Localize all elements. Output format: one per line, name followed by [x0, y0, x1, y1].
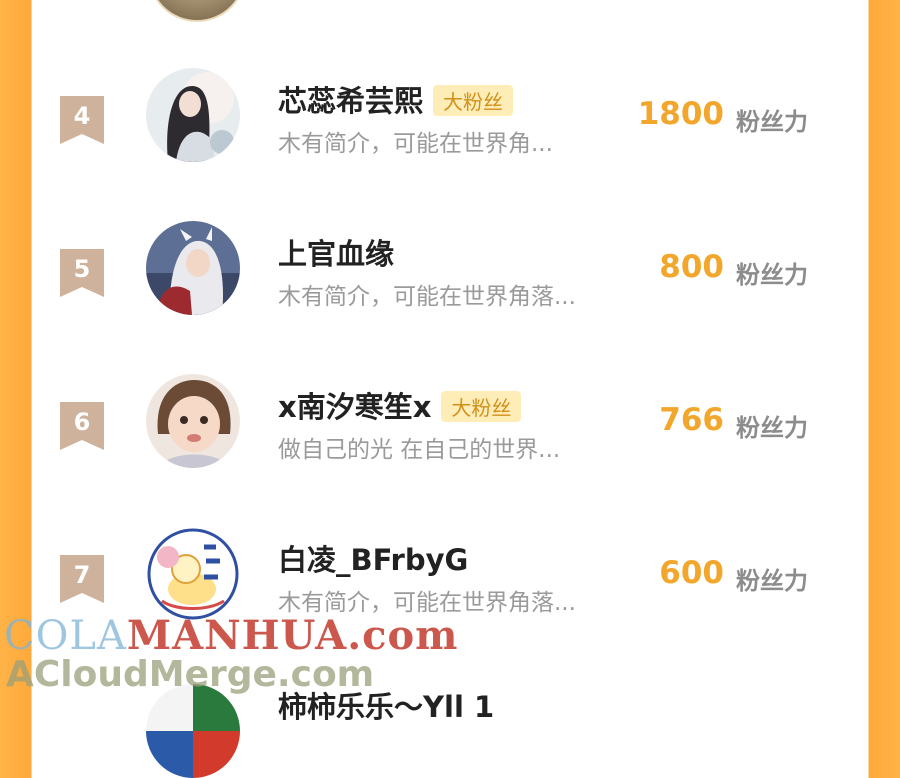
user-bio: 做自己的光 在自己的世界...	[278, 437, 561, 463]
user-name[interactable]: x南汐寒笙x 大粉丝	[278, 384, 522, 426]
watermark: COLAMANHUA.com	[4, 612, 459, 659]
avatar[interactable]	[146, 221, 240, 315]
fan-power-value: 800	[659, 249, 724, 285]
rank-tag: 6	[60, 402, 104, 450]
rank-tag: 4	[60, 96, 104, 144]
fan-badge: 大粉丝	[433, 84, 514, 116]
user-name[interactable]: 白凌_BFrbyG	[278, 537, 468, 579]
fan-power-unit: 粉丝力	[736, 261, 808, 289]
leaderboard-row[interactable]: 5 上官血缘 木有简介，可能在世界角落... 800 粉丝力	[0, 205, 900, 335]
fan-power-value: 766	[659, 402, 724, 438]
avatar[interactable]	[146, 527, 240, 621]
fan-power-value: 1800	[637, 96, 724, 132]
leaderboard-row[interactable]: 6 x南汐寒笙x 大粉丝 做自己的光 在自己的世界... 766 粉丝力	[0, 358, 900, 488]
avatar[interactable]	[146, 684, 240, 778]
user-name[interactable]: 上官血缘	[278, 231, 394, 273]
user-bio: 木有简介，可能在世界角落...	[278, 284, 576, 310]
watermark: ACloudMerge.com	[6, 654, 375, 695]
fan-power-unit: 粉丝力	[736, 108, 808, 136]
leaderboard-row[interactable]: 4 芯蕊希芸熙 大粉丝 木有简介，可能在世界角... 1800 粉丝力	[0, 52, 900, 182]
user-bio: 木有简介，可能在世界角...	[278, 131, 553, 157]
fan-power-unit: 粉丝力	[736, 414, 808, 442]
avatar[interactable]	[146, 374, 240, 468]
rank-tag: 5	[60, 249, 104, 297]
user-name[interactable]: 芯蕊希芸熙 大粉丝	[278, 78, 514, 120]
fan-badge: 大粉丝	[441, 390, 522, 422]
avatar[interactable]	[146, 68, 240, 162]
fan-power-value: 600	[659, 555, 724, 591]
rank-tag: 7	[60, 555, 104, 603]
fan-power-unit: 粉丝力	[736, 567, 808, 595]
